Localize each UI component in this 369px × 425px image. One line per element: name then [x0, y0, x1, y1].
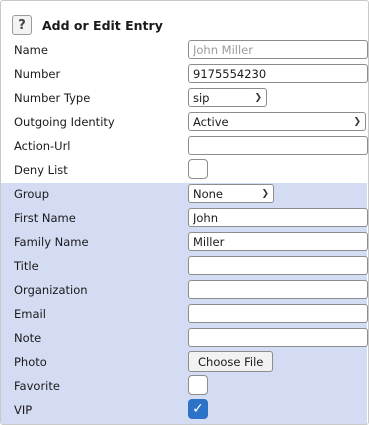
- number-type-select[interactable]: sip ❯: [188, 88, 267, 107]
- name-field[interactable]: [188, 40, 368, 59]
- deny-list-label: Deny List: [14, 163, 68, 177]
- email-label: Email: [14, 307, 46, 321]
- title-row: Title: [14, 254, 368, 278]
- vip-checkbox[interactable]: ✓: [188, 399, 208, 419]
- favorite-row: Favorite: [14, 374, 364, 398]
- organization-label: Organization: [14, 283, 88, 297]
- action-url-label: Action-Url: [14, 139, 71, 153]
- group-row: Group None ❯: [14, 182, 364, 206]
- favorite-label: Favorite: [14, 379, 60, 393]
- organization-row: Organization: [14, 278, 368, 302]
- number-type-row: Number Type sip ❯: [14, 86, 364, 110]
- chevron-down-icon: ❯: [254, 92, 262, 103]
- family-name-label: Family Name: [14, 235, 89, 249]
- photo-row: Photo Choose File: [14, 350, 364, 374]
- note-field[interactable]: [188, 328, 368, 347]
- first-name-row: First Name: [14, 206, 368, 230]
- number-type-value: sip: [193, 90, 210, 105]
- number-row: Number: [14, 62, 368, 86]
- outgoing-identity-value: Active: [193, 114, 229, 129]
- group-value: None: [193, 186, 224, 201]
- page-title: Add or Edit Entry: [42, 17, 163, 33]
- action-url-row: Action-Url: [14, 134, 368, 158]
- note-label: Note: [14, 331, 42, 345]
- title-field[interactable]: [188, 256, 368, 275]
- photo-label: Photo: [14, 355, 47, 369]
- outgoing-identity-row: Outgoing Identity Active ❯: [14, 110, 366, 134]
- vip-label: VIP: [14, 403, 33, 417]
- group-select[interactable]: None ❯: [188, 184, 274, 203]
- group-label: Group: [14, 187, 50, 201]
- panel-header: ? Add or Edit Entry: [12, 13, 163, 37]
- email-row: Email: [14, 302, 368, 326]
- first-name-field[interactable]: [188, 208, 368, 227]
- family-name-row: Family Name: [14, 230, 368, 254]
- number-field[interactable]: [188, 64, 368, 83]
- action-url-field[interactable]: [188, 136, 368, 155]
- email-field[interactable]: [188, 304, 368, 323]
- note-row: Note: [14, 326, 368, 350]
- checkmark-icon: ✓: [192, 401, 204, 417]
- title-label: Title: [14, 259, 39, 273]
- deny-list-checkbox[interactable]: [188, 159, 208, 179]
- deny-list-row: Deny List: [14, 158, 364, 182]
- number-label: Number: [14, 67, 61, 81]
- first-name-label: First Name: [14, 211, 76, 225]
- favorite-checkbox[interactable]: [188, 375, 208, 395]
- chevron-down-icon: ❯: [353, 116, 361, 127]
- number-type-label: Number Type: [14, 91, 91, 105]
- outgoing-identity-label: Outgoing Identity: [14, 115, 115, 129]
- choose-file-button[interactable]: Choose File: [188, 351, 274, 372]
- question-mark-icon[interactable]: ?: [12, 15, 32, 35]
- vip-row: VIP ✓: [14, 398, 364, 422]
- chevron-down-icon: ❯: [261, 188, 269, 199]
- family-name-field[interactable]: [188, 232, 368, 251]
- outgoing-identity-select[interactable]: Active ❯: [188, 112, 366, 131]
- name-label: Name: [14, 43, 48, 57]
- name-row: Name: [14, 38, 368, 62]
- organization-field[interactable]: [188, 280, 368, 299]
